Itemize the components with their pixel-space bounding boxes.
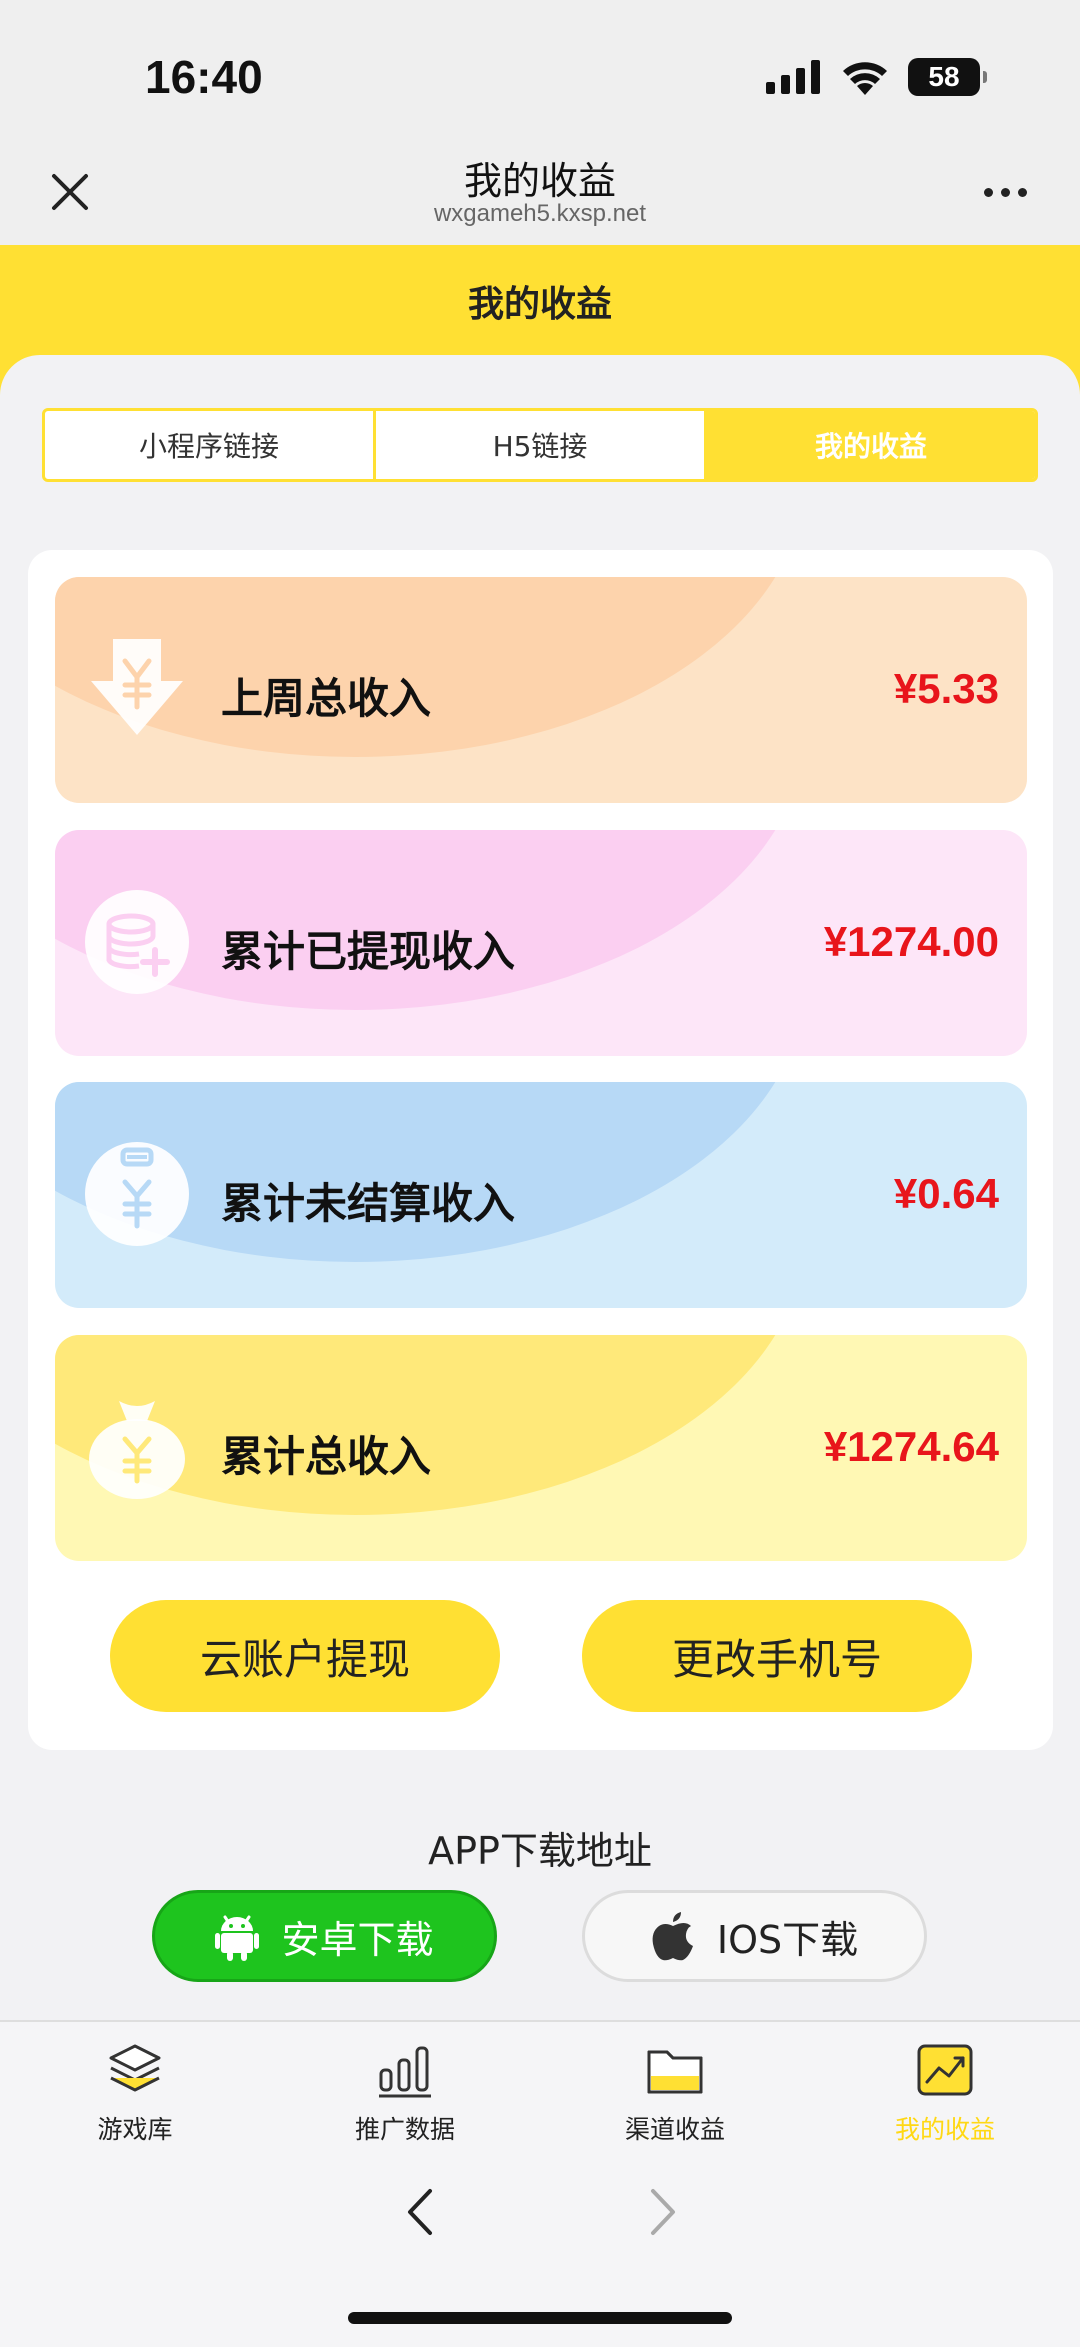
card-amount: ¥1274.64 <box>823 1423 999 1470</box>
earnings-card-last-week: 上周总收入 ¥5.33 <box>55 577 1027 803</box>
android-download-button[interactable]: 安卓下载 <box>152 1890 497 1982</box>
card-amount: ¥5.33 <box>893 665 999 712</box>
withdraw-button[interactable]: 云账户提现 <box>110 1600 500 1712</box>
tab-miniprogram-link[interactable]: 小程序链接 <box>45 411 376 479</box>
bar-chart-icon <box>375 2040 435 2100</box>
wifi-icon <box>843 62 887 95</box>
ios-download-button[interactable]: IOS下载 <box>582 1890 927 1982</box>
signal-icon <box>766 60 820 94</box>
tabbar-label: 游戏库 <box>97 2115 173 2144</box>
money-bag-icon <box>83 1393 191 1501</box>
tabbar-label: 推广数据 <box>354 2115 455 2144</box>
tab-my-earnings[interactable]: 我的收益 <box>707 411 1035 479</box>
earnings-card-withdrawn: 累计已提现收入 ¥1274.00 <box>55 830 1027 1056</box>
android-icon <box>215 1915 260 1961</box>
earnings-panel: 上周总收入 ¥5.33 累计已提现收入 ¥1274.00 累计未结算收入 ¥0.… <box>28 550 1053 1750</box>
browser-nav-bar: 我的收益 wxgameh5.kxsp.net <box>0 140 1080 245</box>
back-button[interactable] <box>385 2177 455 2247</box>
home-indicator <box>348 2312 732 2324</box>
card-label: 累计已提现收入 <box>221 927 516 976</box>
tabbar-item-promo-data[interactable]: 推广数据 <box>270 2022 540 2144</box>
card-amount: ¥1274.00 <box>823 918 999 965</box>
coins-plus-icon <box>83 888 191 996</box>
battery-icon: 58 <box>908 58 987 96</box>
tab-bar: 小程序链接 H5链接 我的收益 <box>42 408 1038 482</box>
tabbar-label: 渠道收益 <box>624 2115 725 2144</box>
battery-level: 58 <box>928 61 960 92</box>
earnings-card-total: 累计总收入 ¥1274.64 <box>55 1335 1027 1561</box>
tabbar-item-my-earnings[interactable]: 我的收益 <box>810 2022 1080 2144</box>
browser-url: wxgameh5.kxsp.net <box>433 200 647 227</box>
tab-h5-link[interactable]: H5链接 <box>376 411 707 479</box>
folder-icon <box>645 2040 705 2100</box>
forward-button[interactable] <box>628 2177 698 2247</box>
trend-chart-icon <box>915 2040 975 2100</box>
chevron-left-icon <box>408 2189 432 2235</box>
download-section-title: APP下载地址 <box>428 1829 652 1873</box>
yen-clipboard-icon <box>83 1140 191 1248</box>
apple-icon <box>652 1912 693 1961</box>
earnings-card-unsettled: 累计未结算收入 ¥0.64 <box>55 1082 1027 1308</box>
page-title: 我的收益 <box>467 284 612 325</box>
browser-title: 我的收益 <box>463 159 616 203</box>
card-label: 累计总收入 <box>221 1432 432 1481</box>
tabbar-label: 我的收益 <box>894 2115 995 2144</box>
browser-bottom-toolbar <box>0 2142 1080 2347</box>
change-phone-button[interactable]: 更改手机号 <box>582 1600 972 1712</box>
card-label: 上周总收入 <box>221 674 432 723</box>
status-time: 16:40 <box>145 51 263 103</box>
chevron-right-icon <box>651 2189 675 2235</box>
status-icons: 58 <box>766 58 987 96</box>
card-amount: ¥0.64 <box>893 1170 999 1217</box>
bottom-tab-bar: 游戏库 推广数据 渠道收益 我的收益 <box>0 2020 1080 2144</box>
android-download-label: 安卓下载 <box>281 1917 434 1962</box>
tabbar-item-game-library[interactable]: 游戏库 <box>0 2022 270 2144</box>
more-dot-icon <box>1000 187 1010 197</box>
layers-icon <box>105 2040 165 2100</box>
card-label: 累计未结算收入 <box>221 1179 516 1228</box>
more-dot-icon <box>1017 187 1027 197</box>
download-yen-icon <box>83 635 191 743</box>
more-menu-button[interactable] <box>970 162 1040 222</box>
status-bar: 16:40 58 <box>0 0 1080 140</box>
more-dot-icon <box>983 187 993 197</box>
tabbar-item-channel-earnings[interactable]: 渠道收益 <box>540 2022 810 2144</box>
ios-download-label: IOS下载 <box>716 1917 859 1962</box>
